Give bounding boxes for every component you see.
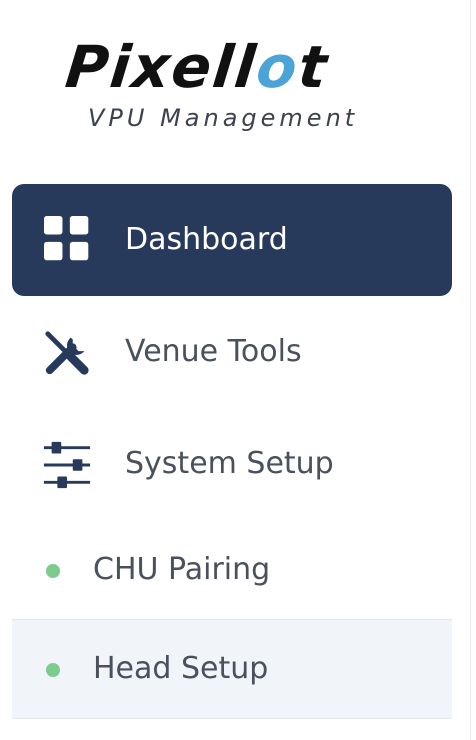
- grid-icon: [44, 216, 89, 261]
- logo-wordmark: Pixellot: [62, 33, 333, 101]
- nav-item-label: Venue Tools: [125, 334, 302, 369]
- tools-icon: [45, 331, 89, 375]
- status-dot-icon: [46, 663, 60, 677]
- nav-item-label: System Setup: [125, 446, 334, 481]
- sidebar: Pixellot VPU Management Dashboard Venue …: [0, 0, 476, 740]
- nav-item-dashboard[interactable]: Dashboard: [12, 184, 452, 296]
- status-dot-icon: [46, 564, 60, 578]
- logo-subtitle: VPU Management: [88, 104, 359, 132]
- nav-item-label: Dashboard: [125, 222, 288, 257]
- nav-item-system-setup[interactable]: System Setup: [12, 408, 452, 520]
- pixellot-logo[interactable]: Pixellot VPU Management: [62, 33, 396, 136]
- sub-item-chu-pairing[interactable]: CHU Pairing: [12, 520, 452, 620]
- sub-item-label: Head Setup: [93, 651, 269, 686]
- nav-item-venue-tools[interactable]: Venue Tools: [12, 296, 452, 408]
- sidebar-divider: [470, 0, 471, 740]
- sub-item-label: CHU Pairing: [93, 552, 271, 587]
- sliders-icon: [43, 441, 91, 489]
- sub-item-head-setup[interactable]: Head Setup: [12, 619, 452, 719]
